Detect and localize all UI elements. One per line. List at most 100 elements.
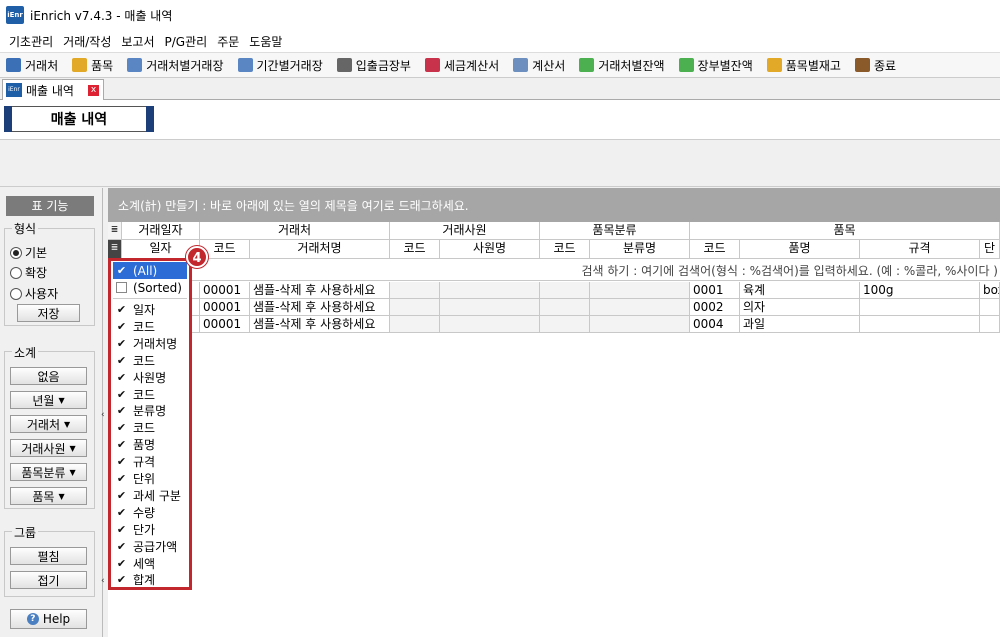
tab-sales-history[interactable]: iEnr 매출 내역 x	[2, 79, 104, 100]
column-header[interactable]: 코드	[540, 240, 590, 259]
subtotal-button[interactable]: 품목분류 ▼	[10, 463, 87, 481]
checkmark-icon[interactable]: ✔	[116, 524, 127, 535]
subtotal-button[interactable]: 거래사원 ▼	[10, 439, 87, 457]
column-header[interactable]: 코드	[690, 240, 740, 259]
checkmark-icon[interactable]: ✔	[116, 456, 127, 467]
column-chooser-item[interactable]: ✔ 코드	[113, 419, 187, 436]
collapse-arrow-icon[interactable]: ‹	[101, 408, 107, 422]
checkmark-icon[interactable]: ✔	[116, 574, 127, 585]
table-cell[interactable]: box	[980, 282, 1000, 299]
checkmark-icon[interactable]: ✔	[116, 304, 127, 315]
subtotal-button[interactable]: 년월 ▼	[10, 391, 87, 409]
column-chooser-item[interactable]: ✔ 분류명	[113, 402, 187, 419]
table-cell[interactable]: 0001	[690, 282, 740, 299]
table-cell[interactable]: 00001	[200, 316, 250, 333]
table-cell[interactable]	[390, 316, 440, 333]
checkmark-icon[interactable]: ✔	[116, 541, 127, 552]
checkmark-icon[interactable]: ✔	[116, 389, 127, 400]
column-chooser-item[interactable]: ✔ 규격	[113, 453, 187, 470]
toolbar-button[interactable]: 종료	[854, 57, 896, 74]
table-cell[interactable]: 의자	[740, 299, 860, 316]
table-cell[interactable]	[540, 316, 590, 333]
table-cell[interactable]	[390, 299, 440, 316]
checkmark-icon[interactable]: ✔	[116, 490, 127, 501]
subtotal-button[interactable]: 품목 ▼	[10, 487, 87, 505]
column-chooser-icon[interactable]: ≣	[108, 222, 122, 240]
format-radio[interactable]: 사용자	[10, 285, 58, 302]
group-by-bar[interactable]: 소계(計) 만들기 : 바로 아래에 있는 열의 제목을 여기로 드래그하세요.	[108, 188, 1000, 222]
checkmark-icon[interactable]: ✔	[116, 558, 127, 569]
checkmark-icon[interactable]: ✔	[116, 422, 127, 433]
toolbar-button[interactable]: 장부별잔액	[678, 57, 753, 74]
collapse-button[interactable]: 접기	[10, 571, 87, 589]
column-header[interactable]: 코드	[390, 240, 440, 259]
close-icon[interactable]: x	[88, 84, 99, 96]
toolbar-button[interactable]: 거래처	[6, 57, 58, 74]
column-chooser-item[interactable]: ✔ 단위	[113, 470, 187, 487]
table-cell[interactable]	[860, 316, 980, 333]
help-button[interactable]: ? Help	[10, 609, 87, 629]
search-filter-row[interactable]: 검색 하기 : 여기에 검색어(형식 : %검색어)를 입력하세요. (예 : …	[108, 259, 1000, 281]
table-cell[interactable]	[860, 299, 980, 316]
table-cell[interactable]	[440, 316, 540, 333]
table-cell[interactable]: 0004	[690, 316, 740, 333]
column-header[interactable]: 거래처명	[250, 240, 390, 259]
column-chooser-item[interactable]: ✔ 일자	[113, 301, 187, 318]
band-header[interactable]: 거래처	[200, 222, 390, 240]
table-cell[interactable]	[540, 299, 590, 316]
format-radio[interactable]: 확장	[10, 264, 47, 281]
checkmark-icon[interactable]: ✔	[116, 372, 127, 383]
toolbar-button[interactable]: 거래처별거래장	[127, 57, 224, 74]
column-chooser-item[interactable]: ✔ 거래처명	[113, 335, 187, 352]
toolbar-button[interactable]: 세금계산서	[424, 57, 499, 74]
menu-item[interactable]: 보고서	[116, 33, 159, 50]
column-chooser-item[interactable]: ✔ 품명	[113, 436, 187, 453]
table-cell[interactable]: 0002	[690, 299, 740, 316]
menu-item[interactable]: 거래/작성	[58, 33, 116, 50]
column-chooser-item[interactable]: ✔ 합계	[113, 571, 187, 588]
band-header[interactable]: 품목	[690, 222, 1000, 240]
band-header[interactable]: 거래사원	[390, 222, 540, 240]
table-cell[interactable]	[590, 282, 690, 299]
checkmark-icon[interactable]: ✔	[116, 355, 127, 366]
toolbar-button[interactable]: 기간별거래장	[237, 57, 323, 74]
column-header[interactable]: 단	[980, 240, 1000, 259]
checkmark-icon[interactable]: ✔	[116, 265, 127, 276]
table-cell[interactable]	[980, 299, 1000, 316]
table-cell[interactable]: 과일	[740, 316, 860, 333]
table-cell[interactable]: 00001	[200, 299, 250, 316]
checkmark-icon[interactable]: ✔	[116, 338, 127, 349]
checkbox-empty-icon[interactable]	[116, 282, 127, 293]
table-cell[interactable]	[540, 282, 590, 299]
column-chooser-item[interactable]: ✔ 단가	[113, 521, 187, 538]
format-radio[interactable]: 기본	[10, 244, 47, 261]
column-header[interactable]: 분류명	[590, 240, 690, 259]
checkmark-icon[interactable]: ✔	[116, 321, 127, 332]
column-header[interactable]: 품명	[740, 240, 860, 259]
table-cell[interactable]: 샘플-삭제 후 사용하세요	[250, 282, 390, 299]
toolbar-button[interactable]: 계산서	[513, 57, 565, 74]
data-grid[interactable]: 소계(計) 만들기 : 바로 아래에 있는 열의 제목을 여기로 드래그하세요.…	[108, 188, 1000, 637]
menu-item[interactable]: 주문	[212, 33, 244, 50]
table-cell[interactable]	[980, 316, 1000, 333]
subtotal-button[interactable]: 거래처 ▼	[10, 415, 87, 433]
column-chooser-item[interactable]: ✔ 수량	[113, 504, 187, 521]
band-header[interactable]: 거래일자	[122, 222, 200, 240]
expand-button[interactable]: 펼침	[10, 547, 87, 565]
toolbar-button[interactable]: 품목	[72, 57, 113, 74]
column-chooser-icon[interactable]: ≣	[108, 240, 122, 259]
table-cell[interactable]	[590, 316, 690, 333]
column-chooser-item[interactable]: (Sorted)	[113, 279, 187, 296]
column-chooser-item[interactable]: ✔ 코드	[113, 386, 187, 403]
column-chooser-item[interactable]: ✔ 코드	[113, 318, 187, 335]
table-cell[interactable]	[440, 282, 540, 299]
column-header[interactable]: 규격	[860, 240, 980, 259]
toolbar-button[interactable]: 거래처별잔액	[579, 57, 665, 74]
column-header[interactable]: 사원명	[440, 240, 540, 259]
checkmark-icon[interactable]: ✔	[116, 405, 127, 416]
column-chooser-item[interactable]: ✔ 사원명	[113, 369, 187, 386]
checkmark-icon[interactable]: ✔	[116, 473, 127, 484]
column-chooser-item[interactable]: ✔ 과세 구분	[113, 487, 187, 504]
toolbar-button[interactable]: 입출금장부	[336, 57, 411, 74]
table-cell[interactable]: 육계	[740, 282, 860, 299]
